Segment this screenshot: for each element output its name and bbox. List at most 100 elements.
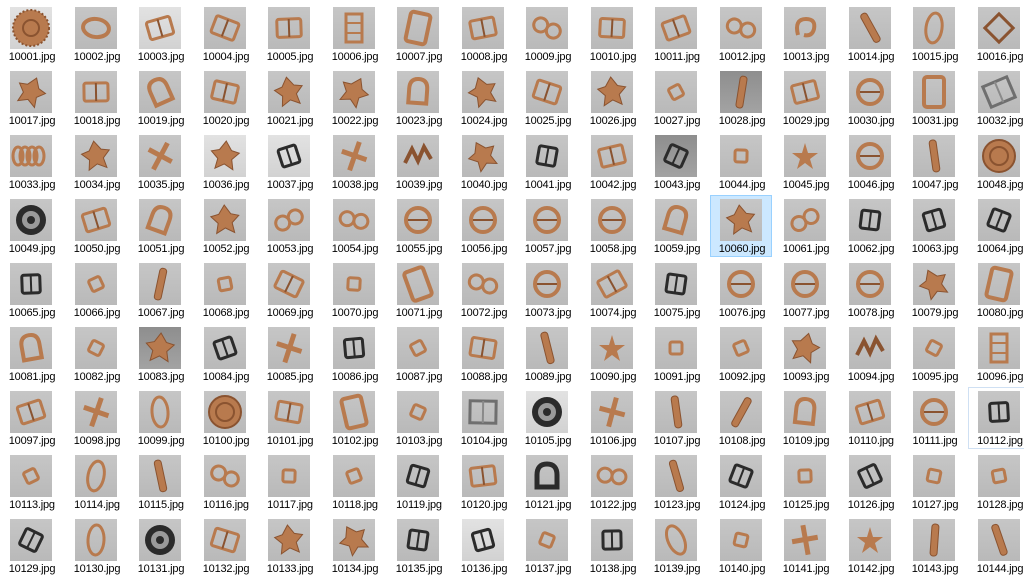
file-thumbnail[interactable] (139, 263, 181, 305)
file-item[interactable]: 10071.jpg (387, 259, 449, 321)
file-item[interactable]: 10009.jpg (516, 3, 578, 65)
file-item[interactable]: 10048.jpg (968, 131, 1024, 193)
file-thumbnail[interactable] (655, 7, 697, 49)
file-item[interactable]: 10008.jpg (452, 3, 514, 65)
file-thumbnail[interactable] (204, 391, 246, 433)
file-item[interactable]: 10077.jpg (774, 259, 836, 321)
file-item[interactable]: 10030.jpg (839, 67, 901, 129)
file-item[interactable]: 10068.jpg (194, 259, 256, 321)
file-item[interactable]: 10037.jpg (258, 131, 320, 193)
file-thumbnail[interactable] (526, 71, 568, 113)
file-item[interactable]: 10135.jpg (387, 515, 449, 577)
file-item[interactable]: 10044.jpg (710, 131, 772, 193)
file-item[interactable]: 10018.jpg (65, 67, 127, 129)
file-item[interactable]: 10040.jpg (452, 131, 514, 193)
file-thumbnail[interactable] (978, 455, 1020, 497)
file-thumbnail[interactable] (268, 391, 310, 433)
file-item[interactable]: 10011.jpg (645, 3, 707, 65)
file-item[interactable]: 10023.jpg (387, 67, 449, 129)
file-item[interactable]: 10026.jpg (581, 67, 643, 129)
file-thumbnail[interactable] (397, 7, 439, 49)
file-thumbnail[interactable] (75, 519, 117, 561)
file-thumbnail[interactable] (75, 71, 117, 113)
file-item[interactable]: 10058.jpg (581, 195, 643, 257)
file-thumbnail[interactable] (75, 391, 117, 433)
file-item[interactable]: 10036.jpg (194, 131, 256, 193)
file-item[interactable]: 10041.jpg (516, 131, 578, 193)
file-thumbnail[interactable] (720, 199, 762, 241)
file-thumbnail[interactable] (204, 135, 246, 177)
file-thumbnail[interactable] (333, 327, 375, 369)
file-thumbnail[interactable] (268, 135, 310, 177)
file-thumbnail[interactable] (849, 199, 891, 241)
file-item[interactable]: 10129.jpg (0, 515, 62, 577)
file-thumbnail[interactable] (591, 519, 633, 561)
file-item[interactable]: 10039.jpg (387, 131, 449, 193)
file-thumbnail[interactable] (655, 135, 697, 177)
file-item[interactable]: 10069.jpg (258, 259, 320, 321)
file-item[interactable]: 10072.jpg (452, 259, 514, 321)
file-item[interactable]: 10024.jpg (452, 67, 514, 129)
file-item[interactable]: 10103.jpg (387, 387, 449, 449)
file-item[interactable]: 10096.jpg (968, 323, 1024, 385)
file-thumbnail[interactable] (784, 71, 826, 113)
file-thumbnail[interactable] (655, 391, 697, 433)
file-item[interactable]: 10073.jpg (516, 259, 578, 321)
file-thumbnail[interactable] (784, 135, 826, 177)
file-thumbnail[interactable] (139, 391, 181, 433)
file-item[interactable]: 10114.jpg (65, 451, 127, 513)
file-thumbnail[interactable] (397, 327, 439, 369)
file-thumbnail[interactable] (462, 135, 504, 177)
file-item[interactable]: 10033.jpg (0, 131, 62, 193)
file-thumbnail[interactable] (10, 7, 52, 49)
file-thumbnail[interactable] (720, 135, 762, 177)
file-item[interactable]: 10061.jpg (774, 195, 836, 257)
file-thumbnail[interactable] (10, 327, 52, 369)
file-item[interactable]: 10097.jpg (0, 387, 62, 449)
file-item[interactable]: 10043.jpg (645, 131, 707, 193)
file-thumbnail[interactable] (978, 7, 1020, 49)
file-item[interactable]: 10100.jpg (194, 387, 256, 449)
file-thumbnail[interactable] (655, 199, 697, 241)
file-thumbnail[interactable] (462, 7, 504, 49)
file-item[interactable]: 10003.jpg (129, 3, 191, 65)
file-thumbnail[interactable] (591, 391, 633, 433)
file-thumbnail[interactable] (333, 391, 375, 433)
file-thumbnail[interactable] (784, 263, 826, 305)
file-item[interactable]: 10138.jpg (581, 515, 643, 577)
file-item[interactable]: 10094.jpg (839, 323, 901, 385)
file-thumbnail[interactable] (526, 199, 568, 241)
file-item[interactable]: 10120.jpg (452, 451, 514, 513)
file-thumbnail[interactable] (397, 71, 439, 113)
file-thumbnail[interactable] (784, 519, 826, 561)
file-thumbnail[interactable] (75, 7, 117, 49)
file-thumbnail[interactable] (75, 135, 117, 177)
file-item[interactable]: 10006.jpg (323, 3, 385, 65)
file-thumbnail[interactable] (526, 327, 568, 369)
file-thumbnail[interactable] (139, 327, 181, 369)
file-item[interactable]: 10028.jpg (710, 67, 772, 129)
file-thumbnail[interactable] (75, 263, 117, 305)
file-thumbnail[interactable] (333, 199, 375, 241)
file-thumbnail[interactable] (978, 71, 1020, 113)
file-thumbnail[interactable] (10, 455, 52, 497)
file-thumbnail[interactable] (720, 455, 762, 497)
file-item[interactable]: 10110.jpg (839, 387, 901, 449)
file-item[interactable]: 10047.jpg (903, 131, 965, 193)
file-item[interactable]: 10034.jpg (65, 131, 127, 193)
file-item[interactable]: 10081.jpg (0, 323, 62, 385)
file-thumbnail[interactable] (462, 391, 504, 433)
file-item[interactable]: 10116.jpg (194, 451, 256, 513)
file-thumbnail[interactable] (462, 199, 504, 241)
file-item[interactable]: 10057.jpg (516, 195, 578, 257)
file-item[interactable]: 10025.jpg (516, 67, 578, 129)
file-thumbnail[interactable] (268, 519, 310, 561)
file-thumbnail[interactable] (784, 455, 826, 497)
file-thumbnail[interactable] (75, 455, 117, 497)
file-thumbnail[interactable] (784, 327, 826, 369)
file-thumbnail[interactable] (75, 327, 117, 369)
file-thumbnail[interactable] (655, 519, 697, 561)
file-thumbnail[interactable] (462, 519, 504, 561)
file-item[interactable]: 10054.jpg (323, 195, 385, 257)
file-item[interactable]: 10090.jpg (581, 323, 643, 385)
